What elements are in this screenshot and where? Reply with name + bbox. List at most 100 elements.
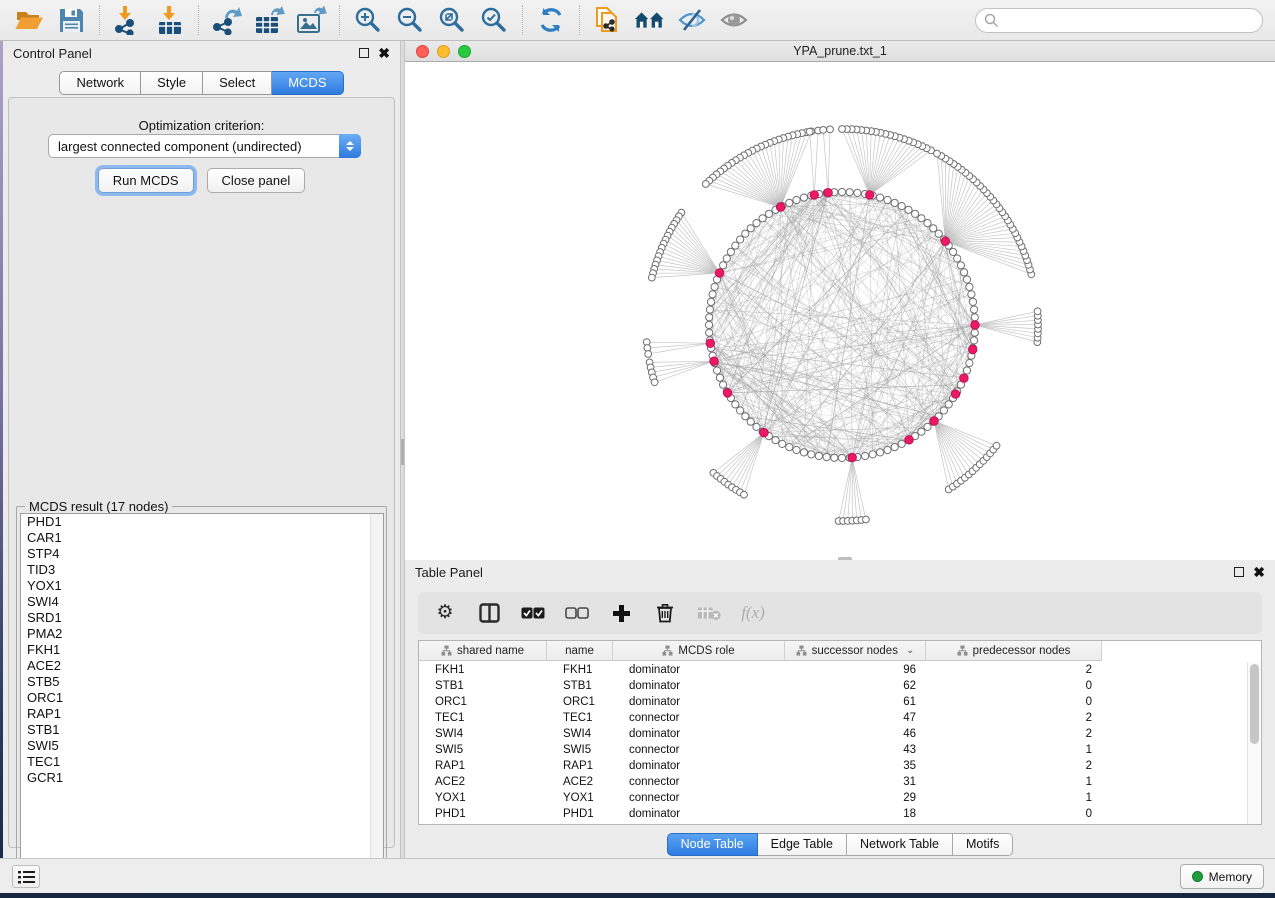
cell-successor-nodes: 43 [785, 744, 926, 756]
network-canvas[interactable] [405, 62, 1275, 560]
tab-style[interactable]: Style [141, 71, 203, 95]
search-input[interactable] [1004, 11, 1262, 31]
open-session-icon[interactable] [13, 4, 45, 36]
mcds-result-item[interactable]: STB1 [21, 722, 383, 738]
search-icon [984, 13, 999, 28]
table-tabbar: Node TableEdge TableNetwork TableMotifs [405, 833, 1275, 856]
memory-button[interactable]: Memory [1180, 864, 1264, 889]
mcds-result-item[interactable]: GCR1 [21, 770, 383, 786]
table-panel-titlebar: Table Panel ✖ [405, 560, 1275, 584]
cell-mcds-role: dominator [613, 664, 785, 676]
close-panel-icon[interactable]: ✖ [378, 48, 390, 58]
column-header-predecessor-nodes[interactable]: predecessor nodes [926, 641, 1102, 660]
export-network-icon[interactable] [211, 4, 243, 36]
cell-predecessor-nodes: 2 [926, 712, 1102, 724]
list-scrollbar[interactable] [370, 514, 383, 869]
optimization-criterion-label: Optimization criterion: [9, 118, 394, 133]
mcds-result-item[interactable]: STP4 [21, 546, 383, 562]
mcds-result-item[interactable]: STB5 [21, 674, 383, 690]
clone-network-icon[interactable] [592, 4, 624, 36]
close-panel-button[interactable]: Close panel [207, 168, 306, 193]
table-row[interactable]: SWI5SWI5connector431 [419, 742, 1261, 758]
task-history-button[interactable] [12, 865, 40, 888]
mcds-result-item[interactable]: PHD1 [21, 514, 383, 530]
zoom-fit-icon[interactable] [436, 4, 468, 36]
export-table-icon[interactable] [253, 4, 285, 36]
table-row[interactable]: TEC1TEC1connector472 [419, 710, 1261, 726]
network-title: YPA_prune.txt_1 [405, 44, 1275, 58]
column-header-successor-nodes[interactable]: successor nodes⌄ [785, 641, 926, 660]
zoom-selected-icon[interactable] [478, 4, 510, 36]
cell-shared-name: TEC1 [419, 712, 547, 724]
tab-network-table[interactable]: Network Table [847, 833, 953, 856]
mcds-result-item[interactable]: TEC1 [21, 754, 383, 770]
function-builder-icon[interactable]: f(x) [741, 601, 765, 625]
cell-mcds-role: connector [613, 776, 785, 788]
tab-motifs[interactable]: Motifs [953, 833, 1013, 856]
deselect-all-icon[interactable] [565, 601, 589, 625]
cell-mcds-role: connector [613, 712, 785, 724]
toolbar-separator [579, 5, 580, 35]
cell-successor-nodes: 18 [785, 808, 926, 820]
mcds-result-item[interactable]: SRD1 [21, 610, 383, 626]
criterion-dropdown[interactable]: largest connected component (undirected) [48, 134, 361, 158]
mcds-result-list[interactable]: PHD1CAR1STP4TID3YOX1SWI4SRD1PMA2FKH1ACE2… [20, 513, 384, 870]
run-mcds-button[interactable]: Run MCDS [98, 168, 194, 193]
tab-node-table[interactable]: Node Table [667, 833, 758, 856]
mcds-result-item[interactable]: CAR1 [21, 530, 383, 546]
dropdown-stepper-icon [339, 134, 361, 158]
save-session-icon[interactable] [55, 4, 87, 36]
task-list-icon [18, 870, 35, 884]
mcds-result-item[interactable]: FKH1 [21, 642, 383, 658]
tab-network[interactable]: Network [59, 71, 141, 95]
table-row[interactable]: ACE2ACE2connector311 [419, 774, 1261, 790]
mcds-result-item[interactable]: ORC1 [21, 690, 383, 706]
search-field [975, 8, 1263, 33]
apply-layout-icon[interactable] [535, 4, 567, 36]
table-row[interactable]: STB1STB1dominator620 [419, 678, 1261, 694]
float-panel-icon[interactable] [359, 48, 369, 58]
mcds-result-item[interactable]: TID3 [21, 562, 383, 578]
hide-panel-eye-icon[interactable] [676, 4, 708, 36]
tab-mcds[interactable]: MCDS [272, 71, 343, 95]
table-row[interactable]: ORC1ORC1dominator610 [419, 694, 1261, 710]
close-panel-icon[interactable]: ✖ [1253, 567, 1265, 577]
table-row[interactable]: PHD1PHD1dominator180 [419, 806, 1261, 822]
zoom-out-icon[interactable] [394, 4, 426, 36]
import-network-icon[interactable] [112, 4, 144, 36]
export-image-icon[interactable] [295, 4, 327, 36]
cell-name: SWI4 [547, 728, 613, 740]
mcds-result-item[interactable]: SWI5 [21, 738, 383, 754]
cybrowser-icon[interactable] [634, 4, 666, 36]
divider-grip[interactable] [401, 439, 404, 465]
table-settings-gear-icon[interactable]: ⚙ [433, 601, 457, 625]
column-header-name[interactable]: name [547, 641, 613, 660]
mcds-result-item[interactable]: YOX1 [21, 578, 383, 594]
table-row[interactable]: YOX1YOX1connector291 [419, 790, 1261, 806]
mcds-result-item[interactable]: RAP1 [21, 706, 383, 722]
import-table-icon[interactable] [154, 4, 186, 36]
mcds-result-item[interactable]: PMA2 [21, 626, 383, 642]
tab-edge-table[interactable]: Edge Table [758, 833, 847, 856]
column-header-shared-name[interactable]: shared name [419, 641, 547, 660]
table-scrollbar-thumb[interactable] [1250, 664, 1259, 744]
column-header-mcds-role[interactable]: MCDS role [613, 641, 785, 660]
select-all-icon[interactable] [521, 601, 545, 625]
show-columns-icon[interactable] [477, 601, 501, 625]
mcds-result-item[interactable]: ACE2 [21, 658, 383, 674]
zoom-in-icon[interactable] [352, 4, 384, 36]
table-scrollbar[interactable] [1247, 662, 1260, 824]
cell-mcds-role: dominator [613, 728, 785, 740]
mcds-result-item[interactable]: SWI4 [21, 594, 383, 610]
cell-name: ACE2 [547, 776, 613, 788]
add-column-icon[interactable] [609, 601, 633, 625]
float-panel-icon[interactable] [1234, 567, 1244, 577]
table-row[interactable]: SWI4SWI4dominator462 [419, 726, 1261, 742]
delete-table-icon[interactable] [697, 601, 721, 625]
delete-column-trash-icon[interactable] [653, 601, 677, 625]
show-eye-icon[interactable] [718, 4, 750, 36]
cell-successor-nodes: 61 [785, 696, 926, 708]
tab-select[interactable]: Select [203, 71, 272, 95]
table-row[interactable]: FKH1FKH1dominator962 [419, 662, 1261, 678]
table-row[interactable]: RAP1RAP1dominator352 [419, 758, 1261, 774]
